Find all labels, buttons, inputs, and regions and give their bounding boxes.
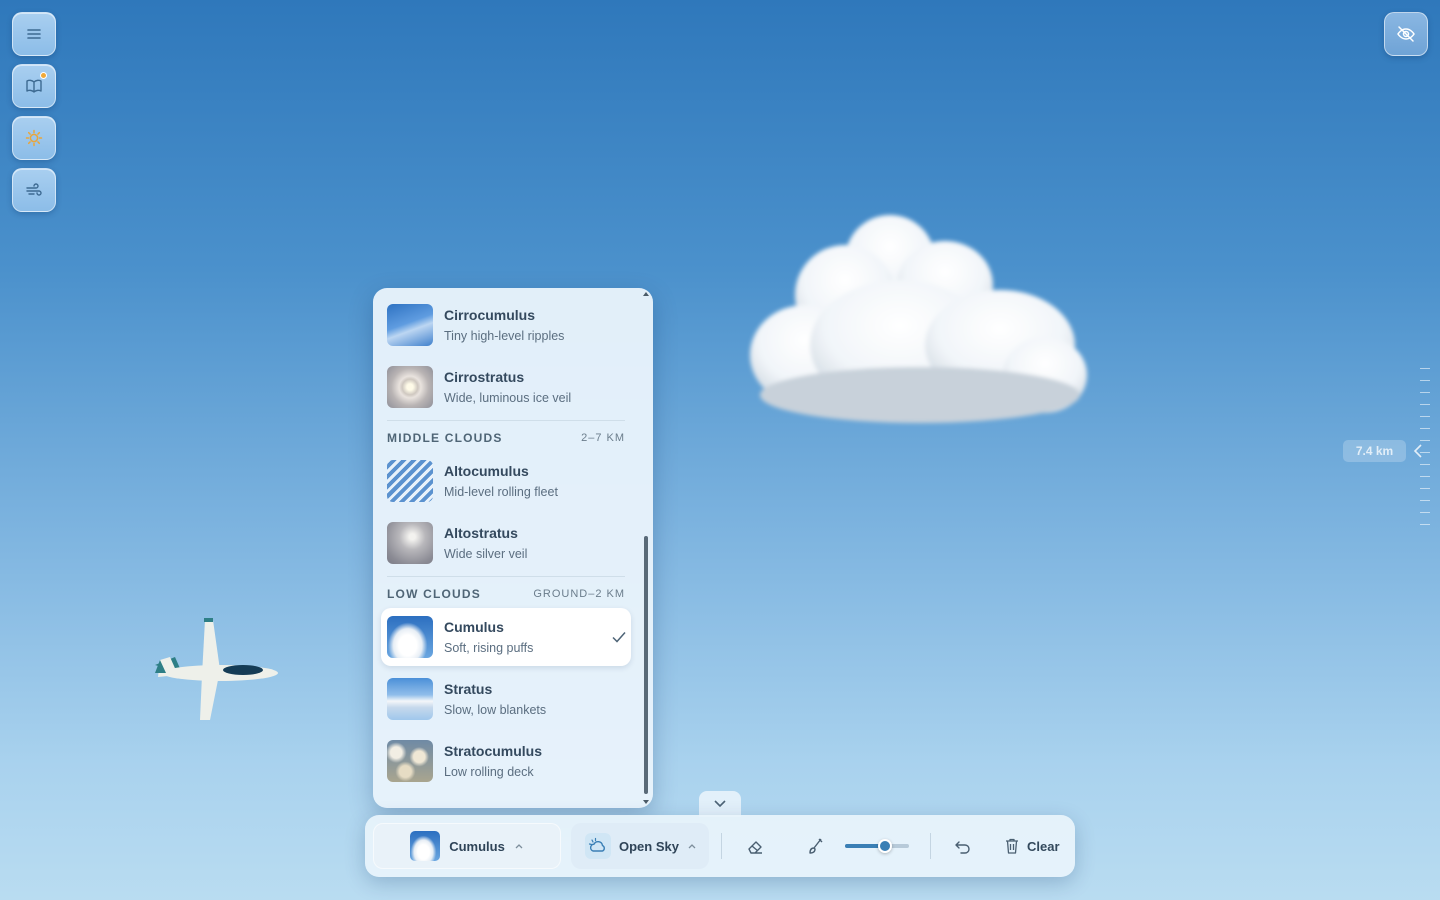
bottom-toolbar: Cumulus Open Sky Clear <box>365 815 1075 877</box>
cloud-sun-icon <box>588 837 605 852</box>
wind-icon <box>26 183 42 196</box>
cirrostratus-thumbnail <box>387 366 433 408</box>
list-item-altostratus[interactable]: Altostratus Wide silver veil <box>381 514 631 572</box>
item-desc: Tiny high-level ripples <box>444 329 565 343</box>
item-desc: Low rolling deck <box>444 765 534 779</box>
trash-icon <box>1006 838 1018 854</box>
cumulus-thumbnail <box>410 831 441 861</box>
checkmark-icon <box>612 632 626 643</box>
clear-button[interactable]: Clear <box>1003 835 1060 857</box>
altocumulus-thumbnail <box>387 460 433 502</box>
cumulus-cloud[interactable] <box>730 205 1095 430</box>
chevron-up-icon <box>515 844 523 849</box>
stratocumulus-thumbnail <box>387 740 433 782</box>
undo-icon <box>955 841 970 854</box>
eraser-button[interactable] <box>744 835 766 857</box>
list-item-cumulus[interactable]: Cumulus Soft, rising puffs <box>381 608 631 666</box>
stratus-thumbnail <box>387 678 433 720</box>
notification-badge <box>40 72 47 79</box>
list-item-stratus[interactable]: Stratus Slow, low blankets <box>381 670 631 728</box>
eraser-icon <box>748 841 762 854</box>
group-range: 2–7 KM <box>581 431 625 444</box>
eye-off-icon <box>1397 26 1415 42</box>
group-title: MIDDLE CLOUDS <box>387 430 503 445</box>
item-desc: Mid-level rolling fleet <box>444 485 558 499</box>
item-desc: Wide silver veil <box>444 547 528 561</box>
brush-icon <box>809 838 823 854</box>
slider-knob[interactable] <box>877 839 892 853</box>
chevron-up-icon <box>688 844 696 849</box>
item-name: Cirrostratus <box>444 369 525 385</box>
item-desc: Slow, low blankets <box>444 703 547 717</box>
book-icon <box>26 79 42 93</box>
collapse-toolbar-button[interactable] <box>699 791 741 817</box>
altitude-pointer-icon[interactable] <box>1411 443 1425 459</box>
scene-label: Open Sky <box>619 838 679 854</box>
sun-icon <box>25 129 43 147</box>
item-name: Cirrocumulus <box>444 307 536 323</box>
scene-icon-container <box>585 833 611 859</box>
group-title: LOW CLOUDS <box>387 586 481 601</box>
altostratus-thumbnail <box>387 522 433 564</box>
chevron-down-icon <box>714 800 726 808</box>
cloud-type-dropdown[interactable]: Cirrocumulus Tiny high-level ripples Cir… <box>373 288 653 808</box>
scrollbar-thumb[interactable] <box>644 536 648 794</box>
scene-selector[interactable]: Open Sky <box>571 823 709 869</box>
cumulus-thumbnail <box>387 616 433 658</box>
item-name: Stratocumulus <box>444 743 543 759</box>
item-name: Altostratus <box>444 525 518 541</box>
item-name: Cumulus <box>444 619 504 635</box>
toggle-ui-button[interactable] <box>1384 12 1428 56</box>
item-name: Altocumulus <box>444 463 529 479</box>
undo-button[interactable] <box>952 835 974 857</box>
scroll-up-icon[interactable] <box>642 290 650 298</box>
guide-button[interactable] <box>12 64 56 108</box>
list-item-cirrocumulus[interactable]: Cirrocumulus Tiny high-level ripples <box>381 296 631 354</box>
item-desc: Wide, luminous ice veil <box>444 391 572 405</box>
cirrocumulus-thumbnail <box>387 304 433 346</box>
group-range: GROUND–2 KM <box>533 587 625 600</box>
clear-label: Clear <box>1027 838 1060 854</box>
group-header-low: LOW CLOUDS GROUND–2 KM <box>387 576 625 606</box>
cloud-type-selector[interactable]: Cumulus <box>373 823 561 869</box>
menu-icon <box>27 29 41 39</box>
wind-button[interactable] <box>12 168 56 212</box>
list-item-stratocumulus[interactable]: Stratocumulus Low rolling deck <box>381 732 631 790</box>
list-item-altocumulus[interactable]: Altocumulus Mid-level rolling fleet <box>381 452 631 510</box>
item-desc: Soft, rising puffs <box>444 641 534 655</box>
group-header-middle: MIDDLE CLOUDS 2–7 KM <box>387 420 625 450</box>
list-item-cirrostratus[interactable]: Cirrostratus Wide, luminous ice veil <box>381 358 631 416</box>
scroll-down-icon[interactable] <box>642 798 650 806</box>
lighting-button[interactable] <box>12 116 56 160</box>
panel-scrollbar[interactable] <box>641 288 651 808</box>
cloud-type-label: Cumulus <box>449 838 505 854</box>
airplane[interactable] <box>150 615 280 725</box>
menu-button[interactable] <box>12 12 56 56</box>
brush-size-slider[interactable] <box>845 839 909 853</box>
altitude-readout: 7.4 km <box>1343 440 1406 462</box>
item-name: Stratus <box>444 681 493 697</box>
brush-button[interactable] <box>804 835 826 857</box>
